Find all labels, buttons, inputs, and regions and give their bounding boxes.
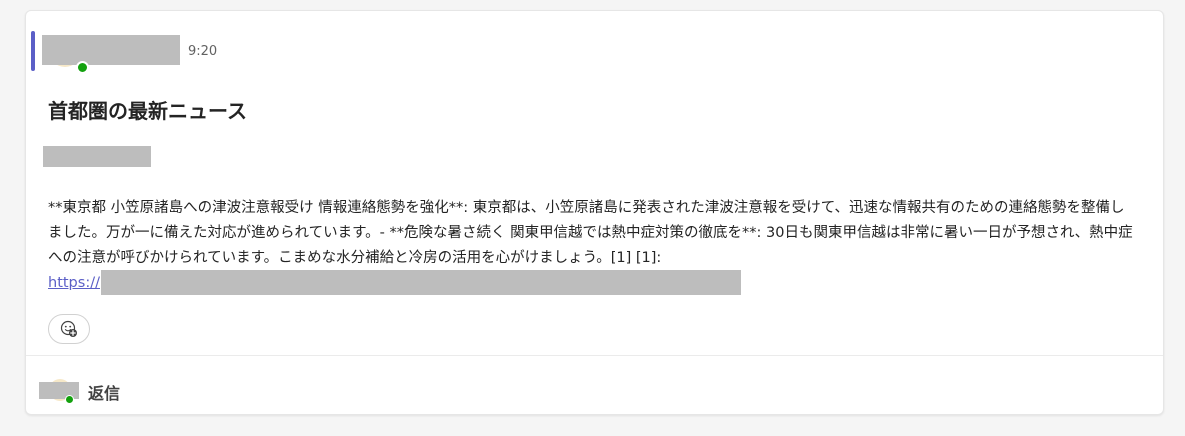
source-link[interactable]: https:// (48, 275, 100, 291)
unread-accent-bar (31, 31, 35, 71)
presence-available-icon (76, 61, 89, 74)
source-link-row[interactable]: https:// (48, 270, 741, 295)
reply-avatar (39, 379, 81, 404)
add-reaction-icon (60, 320, 77, 337)
source-link-redacted (100, 270, 741, 295)
reply-button[interactable]: 返信 (88, 380, 120, 404)
message-timestamp: 9:20 (188, 44, 218, 59)
message-card: 9:20 首都圏の最新ニュース **東京都 小笠原諸島への津波注意報受け 情報連… (25, 10, 1164, 415)
add-reaction-button[interactable] (48, 314, 90, 344)
presence-available-icon (65, 395, 74, 404)
message-body: **東京都 小笠原諸島への津波注意報受け 情報連絡態勢を強化**: 東京都は、小… (48, 200, 1133, 266)
message-title: 首都圏の最新ニュース (48, 99, 247, 123)
divider (26, 355, 1163, 356)
sender-name-redacted (42, 35, 180, 65)
subtitle-redacted (43, 146, 151, 167)
